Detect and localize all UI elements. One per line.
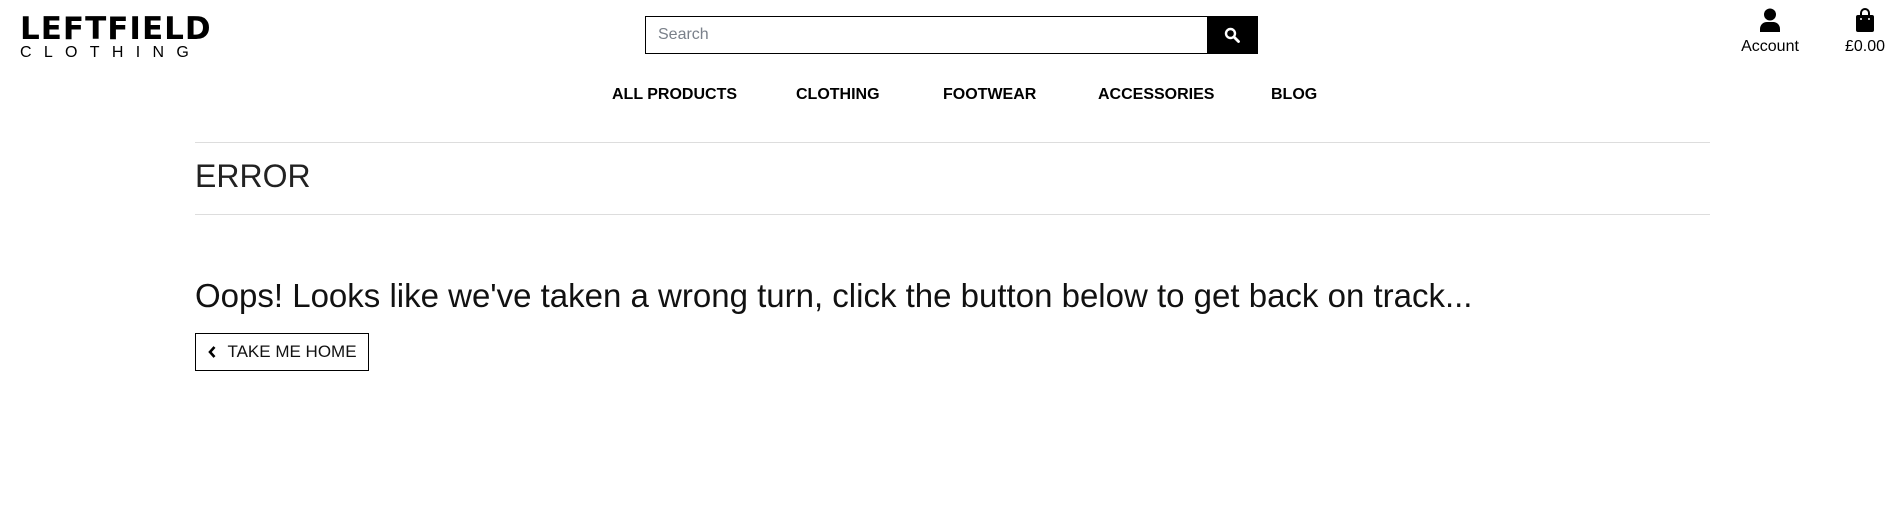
nav-all-products[interactable]: ALL PRODUCTS	[612, 86, 737, 104]
divider-top	[195, 142, 1710, 143]
logo-subtitle: CLOTHING	[20, 44, 202, 61]
error-message: Oops! Looks like we've taken a wrong tur…	[195, 277, 1473, 314]
nav-blog[interactable]: BLOG	[1271, 86, 1317, 104]
search-input[interactable]	[646, 17, 1207, 53]
logo-title: LEFTFIELD	[20, 11, 212, 47]
account-link[interactable]: Account	[1740, 8, 1800, 56]
shopping-bag-icon	[1856, 8, 1874, 32]
divider-bottom	[195, 214, 1710, 215]
search-icon	[1224, 27, 1240, 43]
nav-footwear[interactable]: FOOTWEAR	[943, 86, 1036, 104]
take-me-home-label: TAKE ME HOME	[227, 342, 357, 361]
cart-link[interactable]: £0.00	[1835, 8, 1895, 56]
nav-accessories[interactable]: ACCESSORIES	[1098, 86, 1214, 104]
search-form	[645, 16, 1258, 54]
chevron-left-icon	[208, 346, 216, 358]
account-label: Account	[1741, 38, 1799, 55]
page-title: ERROR	[195, 158, 311, 194]
main-nav: ALL PRODUCTS CLOTHING FOOTWEAR ACCESSORI…	[0, 86, 1901, 110]
nav-clothing[interactable]: CLOTHING	[796, 86, 880, 104]
search-button[interactable]	[1207, 17, 1257, 53]
logo[interactable]: LEFTFIELD CLOTHING	[20, 14, 212, 61]
take-me-home-button[interactable]: TAKE ME HOME	[195, 333, 369, 371]
cart-total: £0.00	[1844, 38, 1886, 55]
user-icon	[1760, 8, 1780, 32]
